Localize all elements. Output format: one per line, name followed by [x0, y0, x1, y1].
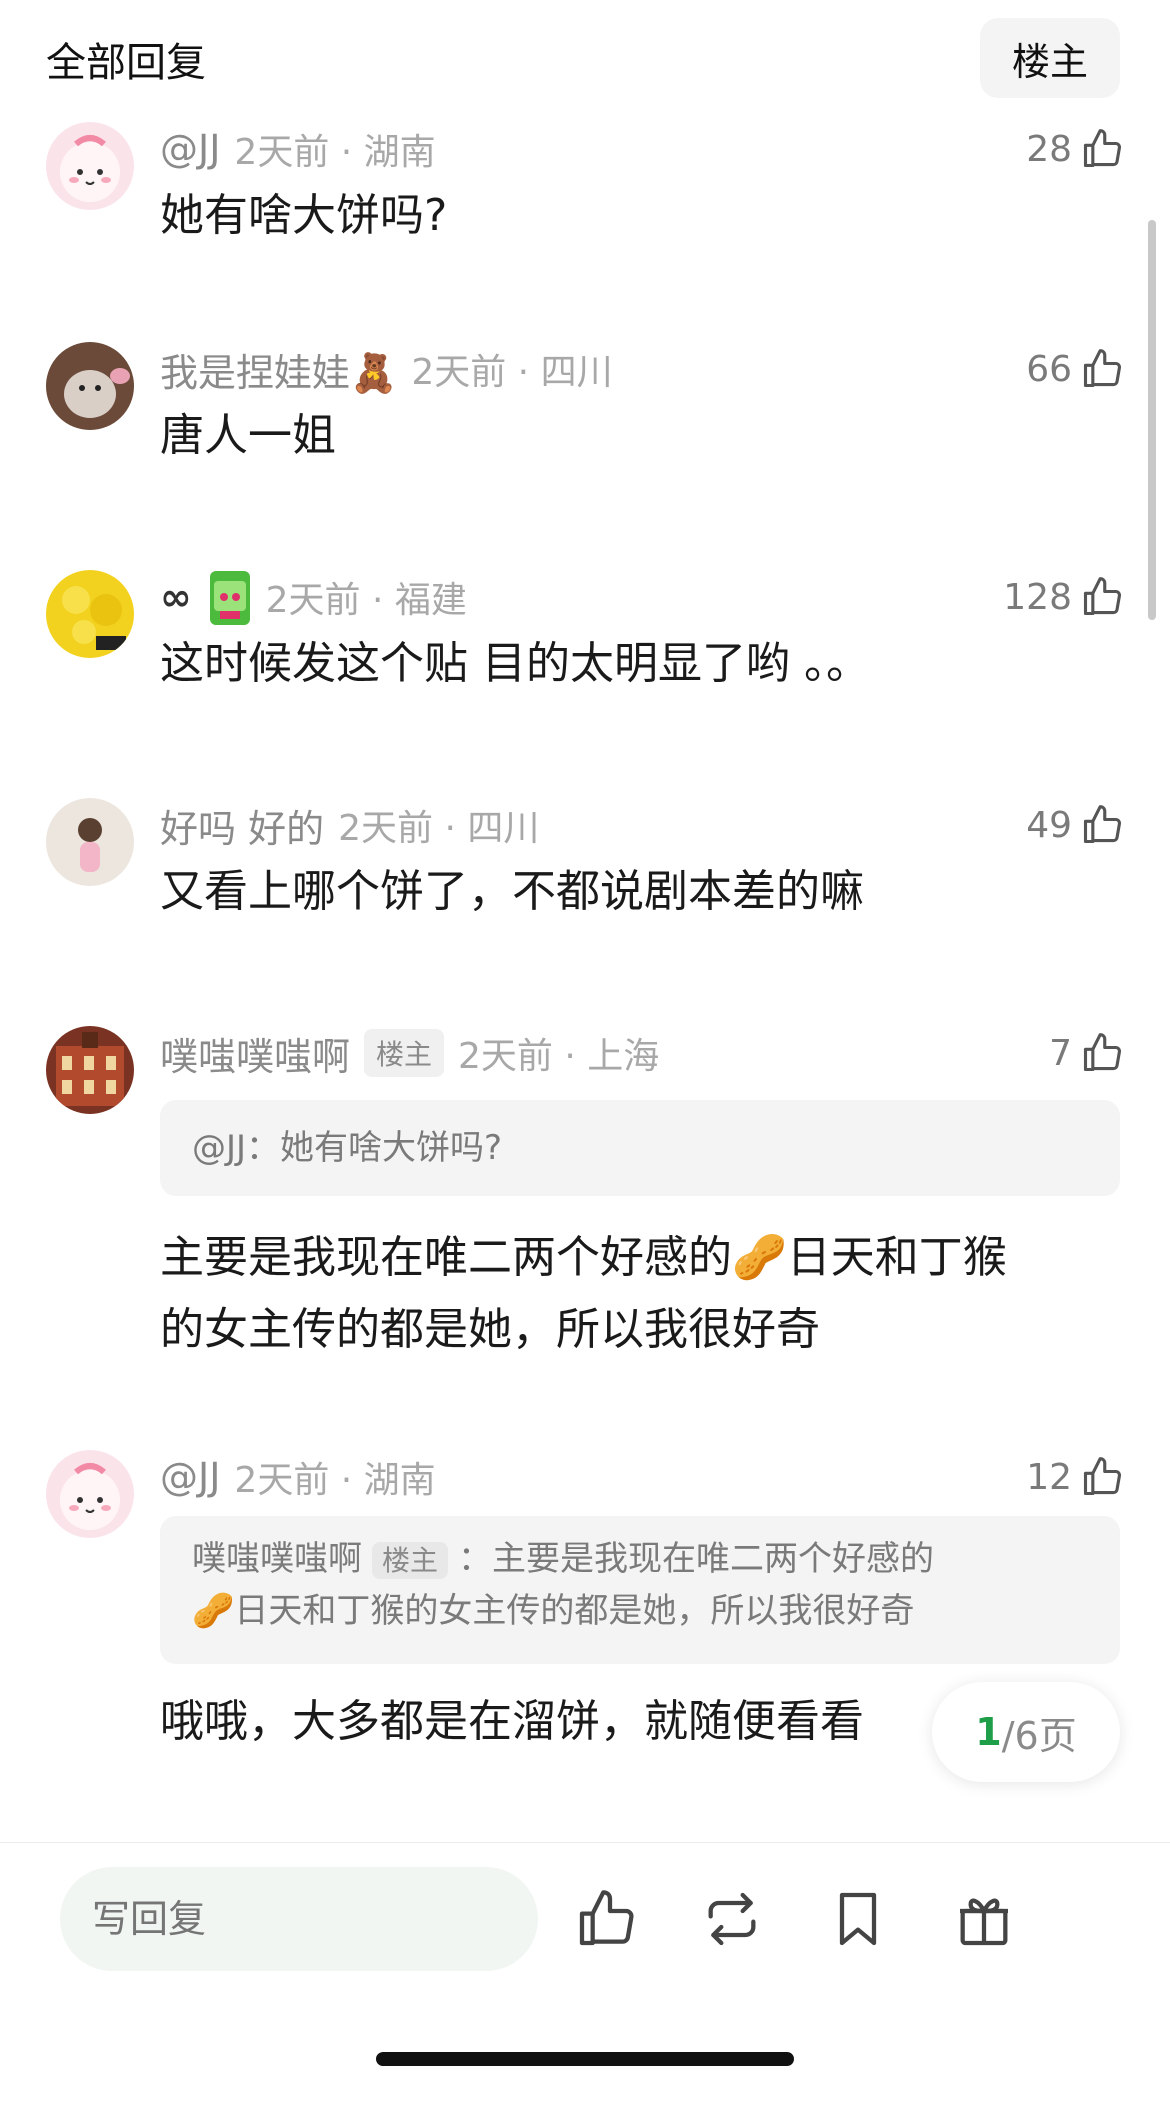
username[interactable]: ∞	[160, 575, 192, 619]
op-badge: 楼主	[364, 1029, 445, 1077]
comment-meta: 好吗 好的 2天前 · 四川	[160, 798, 540, 853]
avatar[interactable]	[46, 342, 134, 430]
like-button[interactable]: 66	[1026, 344, 1124, 394]
comment-text: 这时候发这个贴 目的太明显了哟 。。	[160, 638, 870, 689]
scrollbar[interactable]	[1148, 220, 1156, 620]
username[interactable]: @JJ	[160, 127, 220, 171]
like-count: 12	[1026, 1456, 1072, 1498]
avatar[interactable]	[46, 122, 134, 210]
avatar[interactable]	[46, 1026, 134, 1114]
comment-meta: @JJ 2天前 · 湖南	[160, 1452, 436, 1502]
avatar[interactable]	[46, 570, 134, 658]
comment-meta: 噗嗤噗嗤啊 楼主 2天前 · 上海	[160, 1026, 660, 1081]
like-button[interactable]: 7	[1049, 1028, 1124, 1078]
like-icon[interactable]	[574, 1887, 638, 1951]
username[interactable]: 好吗 好的	[160, 798, 324, 853]
avatar[interactable]	[46, 1450, 134, 1538]
like-button[interactable]: 128	[1003, 572, 1124, 622]
header: 全部回复 楼主	[0, 0, 1170, 110]
time-location: 2天前 · 湖南	[234, 1460, 436, 1501]
comment-text: 她有啥大饼吗?	[160, 190, 448, 241]
time-location: 2天前 · 福建	[265, 580, 467, 621]
comment-text-line: 主要是我现在唯二两个好感的🥜日天和丁猴	[160, 1232, 1007, 1283]
quoted-comment[interactable]: 噗嗤噗嗤啊 楼主 ：主要是我现在唯二两个好感的 🥜日天和丁猴的女主传的都是她，所以我…	[160, 1516, 1120, 1664]
time-location: 2天前 · 上海	[458, 1036, 660, 1077]
current-page: 1	[975, 1710, 1002, 1754]
quote-text: @JJ：她有啥大饼吗?	[192, 1128, 503, 1168]
thumbs-up-icon	[1083, 1457, 1121, 1496]
like-count: 7	[1049, 1032, 1072, 1074]
comment-text: 又看上哪个饼了，不都说剧本差的嘛	[160, 866, 864, 917]
thumbs-up-icon	[1083, 577, 1121, 616]
comment-text-line: 的女主传的都是她，所以我很好奇	[160, 1304, 820, 1355]
time-location: 2天前 · 湖南	[234, 132, 436, 173]
like-count: 66	[1026, 348, 1072, 390]
op-only-button[interactable]: 楼主	[980, 18, 1120, 98]
avatar[interactable]	[46, 798, 134, 886]
sticker-icon	[209, 571, 250, 625]
quoted-comment[interactable]: @JJ：她有啥大饼吗?	[160, 1100, 1120, 1196]
username[interactable]: 噗嗤噗嗤啊	[160, 1026, 350, 1081]
username[interactable]: 我是捏娃娃🧸	[160, 342, 397, 397]
comment-text: 主要是我现在唯二两个好感的🥜日天和丁猴 的女主传的都是她，所以我很好奇	[160, 1222, 1120, 1366]
home-indicator[interactable]	[376, 2052, 794, 2066]
like-count: 28	[1026, 128, 1072, 170]
time-location: 2天前 · 四川	[411, 352, 613, 393]
thumbs-up-icon	[1083, 805, 1121, 844]
repost-icon[interactable]	[700, 1887, 764, 1951]
comment-meta: 我是捏娃娃🧸 2天前 · 四川	[160, 342, 613, 397]
like-button[interactable]: 28	[1026, 124, 1124, 174]
page-indicator[interactable]: 1/6页	[932, 1682, 1120, 1782]
comment-text: 唐人一姐	[160, 410, 336, 461]
thumbs-up-icon	[1083, 349, 1121, 388]
thumbs-up-icon	[1083, 1033, 1121, 1072]
username[interactable]: @JJ	[160, 1455, 220, 1499]
reply-input[interactable]	[60, 1867, 538, 1971]
like-count: 128	[1003, 576, 1072, 618]
like-count: 49	[1026, 804, 1072, 846]
page-title: 全部回复	[46, 40, 206, 86]
bookmark-icon[interactable]	[826, 1887, 890, 1951]
comment-meta: ∞ 2天前 · 福建	[160, 571, 467, 625]
quote-text-line: ：主要是我现在唯二两个好感的	[458, 1539, 935, 1579]
like-button[interactable]: 12	[1026, 1452, 1124, 1502]
op-badge: 楼主	[372, 1542, 449, 1579]
time-location: 2天前 · 四川	[338, 808, 540, 849]
gift-icon[interactable]	[952, 1887, 1016, 1951]
thumbs-up-icon	[1083, 129, 1121, 168]
like-button[interactable]: 49	[1026, 800, 1124, 850]
total-pages: /6页	[1001, 1713, 1077, 1758]
quote-text-line: 🥜日天和丁猴的女主传的都是她，所以我很好奇	[192, 1591, 915, 1631]
quote-username: 噗嗤噗嗤啊	[192, 1539, 362, 1579]
comment-meta: @JJ 2天前 · 湖南	[160, 124, 436, 174]
